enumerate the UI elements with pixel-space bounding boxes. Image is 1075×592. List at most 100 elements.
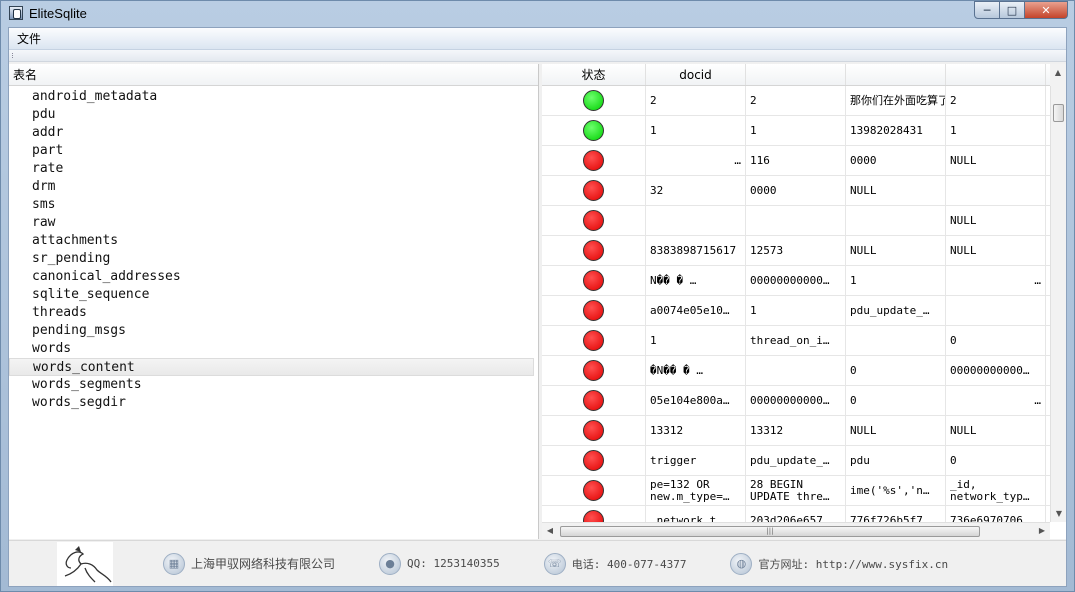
grid-cell[interactable]: 0 (846, 356, 946, 385)
grid-cell[interactable]: 0 (846, 386, 946, 415)
grid-cell[interactable]: 2 (946, 86, 1046, 115)
table-list-item[interactable]: canonical_addresses (9, 268, 538, 286)
table-list-item[interactable]: words_segdir (9, 394, 538, 412)
grid-cell[interactable]: 203d206e657… (746, 506, 846, 522)
table-list-item[interactable]: sqlite_sequence (9, 286, 538, 304)
grid-cell[interactable]: 32 (646, 176, 746, 205)
grid-cell[interactable]: pdu (846, 446, 946, 475)
table-list-item[interactable]: attachments (9, 232, 538, 250)
grid-cell[interactable] (846, 206, 946, 235)
grid-cell[interactable] (746, 356, 846, 385)
table-row[interactable]: 13312 13312 NULL NULL (542, 416, 1050, 446)
grid-cell[interactable]: 116 (746, 146, 846, 175)
scroll-up-icon[interactable]: ▲ (1050, 64, 1066, 86)
column-header-status[interactable]: 状态 (542, 64, 646, 85)
grid-cell[interactable] (946, 176, 1046, 205)
table-row[interactable]: a0074e05e10… 1 pdu_update_… (542, 296, 1050, 326)
grid-cell[interactable]: 1 (746, 116, 846, 145)
table-list-item[interactable]: words_content (9, 358, 534, 376)
grid-cell[interactable]: NULL (946, 146, 1046, 175)
grid-cell[interactable] (946, 296, 1046, 325)
table-row[interactable]: N�� � … 00000000000… 1… (542, 266, 1050, 296)
grid-cell[interactable]: �N�� � … (646, 356, 746, 385)
grid-cell[interactable]: 1 (846, 266, 946, 295)
table-row[interactable]: …network_t… 203d206e657… 776f726b5f7… 736e6… (542, 506, 1050, 522)
grid-cell[interactable]: NULL (846, 236, 946, 265)
table-list-item[interactable]: drm (9, 178, 538, 196)
grid-cell[interactable]: 0000 (746, 176, 846, 205)
grid-cell[interactable]: N�� � … (646, 266, 746, 295)
vertical-scrollbar[interactable]: ▼ (1050, 86, 1066, 522)
maximize-button[interactable]: □ (999, 1, 1025, 19)
grid-cell[interactable]: 12573 (746, 236, 846, 265)
table-row[interactable]: … 116 0000 NULL (542, 146, 1050, 176)
grid-cell[interactable]: pdu_update_… (846, 296, 946, 325)
grid-cell[interactable]: … (946, 386, 1046, 415)
grid-cell[interactable]: 8383898715617 (646, 236, 746, 265)
horizontal-scrollbar[interactable]: ◀ ||| ▶ (542, 522, 1050, 539)
grid-cell[interactable]: 00000000000… (746, 266, 846, 295)
grid-cell[interactable]: 736e6970706… (946, 506, 1046, 522)
grid-cell[interactable]: _id, network_typ… (946, 476, 1046, 505)
table-list-item[interactable]: raw (9, 214, 538, 232)
grid-cell[interactable]: 0 (946, 326, 1046, 355)
grid-cell[interactable]: 2 (646, 86, 746, 115)
grid-cell[interactable]: NULL (846, 176, 946, 205)
grid-cell[interactable] (746, 206, 846, 235)
grid-cell[interactable]: … (946, 266, 1046, 295)
grid-cell[interactable]: …network_t… (646, 506, 746, 522)
column-header-5[interactable] (946, 64, 1046, 85)
grid-cell[interactable]: 1 (646, 116, 746, 145)
table-row[interactable]: 05e104e800a… 00000000000… 0… (542, 386, 1050, 416)
table-list-item[interactable]: sr_pending (9, 250, 538, 268)
grid-cell[interactable]: 1 (746, 296, 846, 325)
grid-cell[interactable]: NULL (946, 236, 1046, 265)
table-list-item[interactable]: android_metadata (9, 88, 538, 106)
table-list-item[interactable]: pending_msgs (9, 322, 538, 340)
table-list-item[interactable]: words_segments (9, 376, 538, 394)
grid-cell[interactable]: thread_on_i… (746, 326, 846, 355)
table-row[interactable]: pe=132 OR new.m_type=… 28 BEGIN UPDATE th… (542, 476, 1050, 506)
horizontal-scroll-thumb[interactable]: ||| (560, 526, 980, 537)
grid-cell[interactable]: 776f726b5f7… (846, 506, 946, 522)
grid-cell[interactable]: 那你们在外面吃算了!怕时间… (846, 86, 946, 115)
grid-cell[interactable]: 0 (946, 446, 1046, 475)
scroll-down-icon[interactable]: ▼ (1051, 506, 1066, 522)
grid-cell[interactable]: trigger (646, 446, 746, 475)
grid-cell[interactable]: NULL (946, 206, 1046, 235)
grid-cell[interactable] (846, 326, 946, 355)
scroll-left-icon[interactable]: ◀ (542, 523, 558, 539)
close-button[interactable]: ✕ (1024, 1, 1068, 19)
grid-cell[interactable]: 00000000000… (946, 356, 1046, 385)
grid-cell[interactable]: 05e104e800a… (646, 386, 746, 415)
scroll-right-icon[interactable]: ▶ (1034, 523, 1050, 539)
title-bar[interactable]: EliteSqlite ─ □ ✕ (1, 1, 1074, 25)
grid-cell[interactable]: 1 (946, 116, 1046, 145)
grid-cell[interactable]: 1 (646, 326, 746, 355)
grid-cell[interactable]: pdu_update_… (746, 446, 846, 475)
grid-cell[interactable]: … (646, 146, 746, 175)
grid-cell[interactable]: a0074e05e10… (646, 296, 746, 325)
column-header-3[interactable] (746, 64, 846, 85)
website-url[interactable]: 官方网址: http://www.sysfix.cn (758, 556, 948, 572)
table-list-item[interactable]: addr (9, 124, 538, 142)
table-row[interactable]: �N�� � … 0 00000000000… (542, 356, 1050, 386)
table-list-item[interactable]: rate (9, 160, 538, 178)
grid-cell[interactable]: 0000 (846, 146, 946, 175)
table-row[interactable]: 1 1 13982028431 1 (542, 116, 1050, 146)
table-row[interactable]: 1 thread_on_i… 0 (542, 326, 1050, 356)
grid-cell[interactable]: 13982028431 (846, 116, 946, 145)
column-header-docid[interactable]: docid (646, 64, 746, 85)
grid-cell[interactable]: ime('%s','n… (846, 476, 946, 505)
grid-cell[interactable]: 13312 (746, 416, 846, 445)
column-header-4[interactable] (846, 64, 946, 85)
table-row[interactable]: 8383898715617 12573 NULL NULL (542, 236, 1050, 266)
grid-cell[interactable]: 2 (746, 86, 846, 115)
table-row[interactable]: 22那你们在外面吃算了!怕时间…2 (542, 86, 1050, 116)
table-list-item[interactable]: pdu (9, 106, 538, 124)
vertical-scroll-thumb[interactable] (1053, 104, 1064, 122)
minimize-button[interactable]: ─ (974, 1, 1000, 19)
menu-file[interactable]: 文件 (9, 30, 49, 47)
table-list-item[interactable]: part (9, 142, 538, 160)
table-row[interactable]: 32 0000 NULL (542, 176, 1050, 206)
